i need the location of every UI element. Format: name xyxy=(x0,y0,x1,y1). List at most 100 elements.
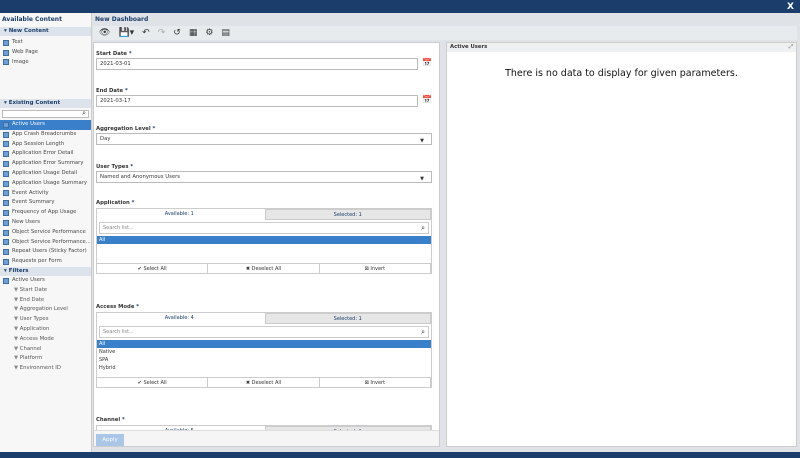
end-date-label: End Date * xyxy=(96,88,128,94)
existing-content-item[interactable]: App Crash Breadcrumbs xyxy=(0,130,91,140)
layout-icon[interactable]: ▦ xyxy=(189,28,198,38)
existing-content-item[interactable]: Requests per Form xyxy=(0,257,91,267)
apply-button[interactable]: Apply xyxy=(96,434,124,446)
existing-content-item[interactable]: Event Activity xyxy=(0,189,91,199)
tab-selected[interactable]: Selected: 1 xyxy=(264,209,431,220)
invert-button[interactable]: ⊠ Invert xyxy=(320,378,431,387)
select-all-button[interactable]: ✔ Select All xyxy=(97,378,209,387)
existing-content-item[interactable]: Frequency of App Usage xyxy=(0,208,91,218)
expand-icon[interactable]: ⤢ xyxy=(789,43,793,52)
user-types-label: User Types * xyxy=(96,164,133,170)
filter-root[interactable]: Active Users xyxy=(0,276,91,286)
deselect-all-button[interactable]: ✖ Deselect All xyxy=(208,264,320,273)
select-all-button[interactable]: ✔ Select All xyxy=(97,264,209,273)
filter-item[interactable]: ▼ Access Mode xyxy=(0,335,91,345)
existing-content-header[interactable]: ▾ Existing Content xyxy=(0,99,91,108)
item-label: Repeat Users (Sticky Factor) xyxy=(12,248,87,255)
item-label: Application xyxy=(19,325,50,332)
existing-content-item[interactable]: Object Service Performance... xyxy=(0,238,91,248)
preview-header: Active Users ⤢ xyxy=(447,43,796,52)
grid-icon[interactable]: ▤ xyxy=(221,28,230,38)
user-types-select[interactable]: Named and Anonymous Users ▼ xyxy=(96,171,432,183)
item-label: Channel xyxy=(19,345,42,352)
invert-button[interactable]: ⊠ Invert xyxy=(320,264,431,273)
item-label: Application Usage Detail xyxy=(12,169,78,176)
btn-label: Invert xyxy=(370,266,386,272)
undo-icon[interactable]: ↶ xyxy=(142,28,150,38)
filter-item[interactable]: ▼ Platform xyxy=(0,354,91,364)
calendar-icon[interactable]: 📅 xyxy=(422,95,432,104)
report-icon xyxy=(3,239,9,246)
btn-label: Invert xyxy=(370,380,386,386)
existing-content-item[interactable]: Application Error Summary xyxy=(0,159,91,169)
settings-icon[interactable]: ⚙ xyxy=(205,28,213,38)
list-option[interactable]: Native xyxy=(97,348,431,356)
new-content-item[interactable]: Text xyxy=(0,38,91,48)
item-label: App Session Length xyxy=(12,140,65,147)
filter-item[interactable]: ▼ User Types xyxy=(0,315,91,325)
label-text: Channel xyxy=(96,417,121,423)
item-label: Environment ID xyxy=(19,365,61,372)
report-icon xyxy=(3,200,9,207)
list-option[interactable]: All xyxy=(97,236,431,244)
existing-content-item[interactable]: App Session Length xyxy=(0,140,91,150)
filter-item[interactable]: ▼ Start Date xyxy=(0,286,91,296)
preview-icon[interactable]: 👁 xyxy=(99,28,110,38)
required-mark: * xyxy=(124,88,128,94)
report-icon xyxy=(3,229,9,236)
search-input[interactable]: Search list... ⌕ xyxy=(99,222,429,234)
save-icon[interactable]: 💾▾ xyxy=(118,28,134,38)
filter-item[interactable]: ▼ Channel xyxy=(0,345,91,355)
filter-item[interactable]: ▼ Aggregation Level xyxy=(0,305,91,315)
item-label: Access Mode xyxy=(19,335,55,342)
list-option[interactable]: Hybrid xyxy=(97,364,431,372)
filter-item[interactable]: ▼ End Date xyxy=(0,296,91,306)
tab-selected[interactable]: Selected: 1 xyxy=(264,313,431,324)
existing-search-input[interactable]: ⌕ xyxy=(2,109,89,118)
filter-item[interactable]: ▼ Environment ID xyxy=(0,364,91,374)
tab-available[interactable]: Available: 4 xyxy=(97,313,262,324)
new-content-item[interactable]: Web Page xyxy=(0,48,91,58)
item-label: User Types xyxy=(19,316,49,323)
new-content-item[interactable]: Image xyxy=(0,58,91,68)
preview-panel: Active Users ⤢ There is no data to displa… xyxy=(446,42,797,447)
application-label: Application * xyxy=(96,200,134,206)
existing-content-item[interactable]: Active Users xyxy=(0,120,91,130)
access-mode-label: Access Mode * xyxy=(96,304,139,310)
search-icon: ⌕ xyxy=(421,224,425,232)
existing-content-item[interactable]: Application Usage Summary xyxy=(0,179,91,189)
existing-content-item[interactable]: Repeat Users (Sticky Factor) xyxy=(0,247,91,257)
access-mode-listbox: Available: 4 Selected: 1 Search list... ⌕ … xyxy=(96,312,432,388)
redo-icon[interactable]: ↷ xyxy=(158,28,166,38)
item-label: Event Summary xyxy=(12,199,55,206)
required-mark: * xyxy=(152,126,156,132)
deselect-all-button[interactable]: ✖ Deselect All xyxy=(208,378,320,387)
revert-icon[interactable]: ↺ xyxy=(173,28,181,38)
aggregation-select[interactable]: Day ▼ xyxy=(96,133,432,145)
existing-content-item[interactable]: Event Summary xyxy=(0,198,91,208)
list-option[interactable]: SPA xyxy=(97,356,431,364)
chevron-down-icon: ▼ xyxy=(420,138,424,144)
required-mark: * xyxy=(136,304,140,310)
report-icon xyxy=(3,131,9,138)
existing-content-item[interactable]: New Users xyxy=(0,218,91,228)
existing-content-item[interactable]: Application Usage Detail xyxy=(0,169,91,179)
list-option[interactable]: All xyxy=(97,340,431,348)
existing-content-item[interactable]: Object Service Performance xyxy=(0,228,91,238)
channel-label: Channel * xyxy=(96,417,125,423)
calendar-icon[interactable]: 📅 xyxy=(422,58,432,67)
report-icon xyxy=(3,151,9,158)
placeholder: Search list... xyxy=(103,329,134,335)
existing-content-item[interactable]: Application Error Detail xyxy=(0,149,91,159)
btn-label: Select All xyxy=(143,266,167,272)
required-mark: * xyxy=(122,417,125,423)
new-content-header[interactable]: ▾ New Content xyxy=(0,27,91,36)
search-input[interactable]: Search list... ⌕ xyxy=(99,326,429,338)
end-date-input[interactable]: 2021-03-17 xyxy=(96,95,418,107)
start-date-input[interactable]: 2021-03-01 xyxy=(96,58,418,70)
tab-available[interactable]: Available: 1 xyxy=(97,209,262,220)
filters-header[interactable]: ▾ Filters xyxy=(0,267,91,276)
close-button[interactable]: X xyxy=(787,2,794,12)
filter-item[interactable]: ▼ Application xyxy=(0,325,91,335)
application-listbox: Available: 1 Selected: 1 Search list... ⌕ … xyxy=(96,208,432,274)
